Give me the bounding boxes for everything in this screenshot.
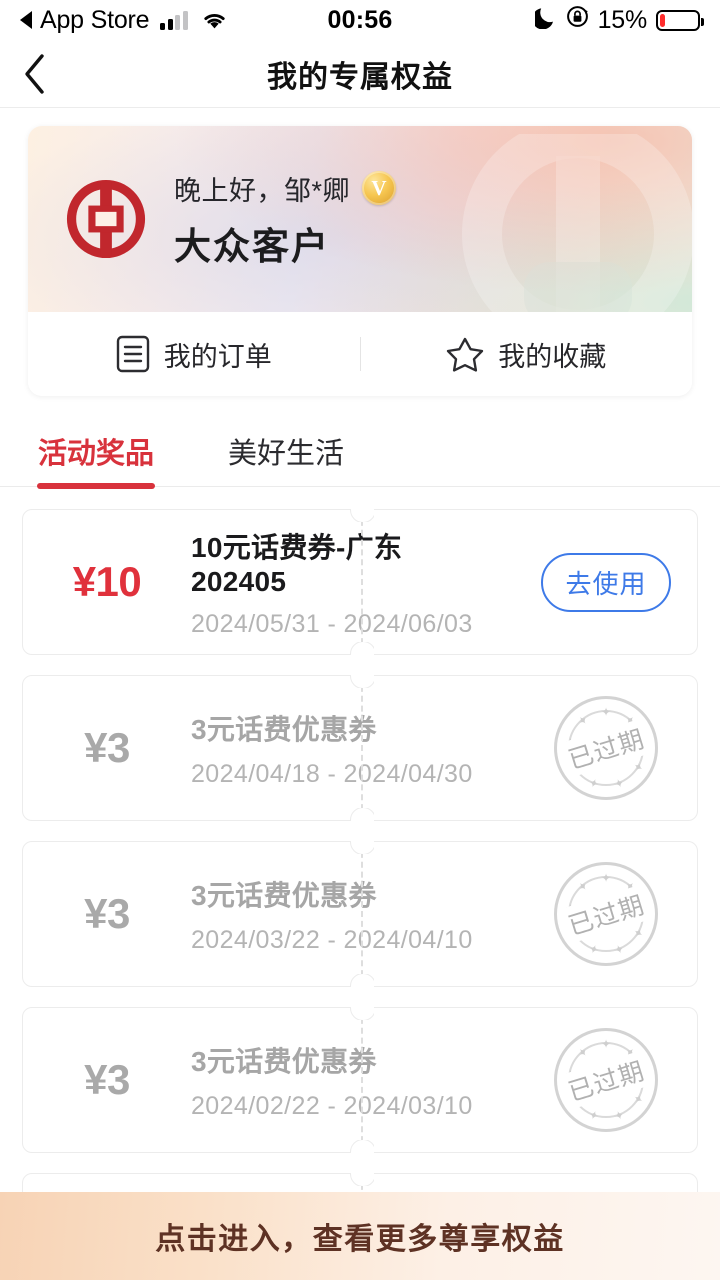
coupon-card[interactable]: ¥3 3元话费优惠券 2024/04/18 - 2024/04/30 ✦ ✦ ✦…	[22, 675, 698, 821]
coupon-action-zone: 去使用	[515, 552, 697, 612]
ticket-notch-bottom	[350, 1140, 374, 1153]
coupon-date-range: 2024/03/22 - 2024/04/10	[191, 925, 473, 954]
coupon-action-zone: ✦ ✦ ✦ ✦ ✦ ✦ ✦ ✦ ✦ 已过期	[515, 1028, 697, 1132]
ticket-notch-bottom	[350, 642, 374, 655]
coupon-amount: ¥3	[84, 890, 130, 937]
greeting-row: 晚上好，邹*卿 V	[174, 169, 397, 208]
bottom-cta-banner[interactable]: 点击进入，查看更多尊享权益	[0, 1192, 720, 1280]
tab-good-life[interactable]: 美好生活	[228, 430, 344, 486]
nav-bar: 我的专属权益	[0, 40, 720, 108]
coupon-info: 3元话费优惠券 2024/03/22 - 2024/04/10	[191, 874, 515, 955]
coupon-action-zone: ✦ ✦ ✦ ✦ ✦ ✦ ✦ ✦ ✦ 已过期	[515, 862, 697, 966]
ticket-perforation	[361, 842, 363, 986]
my-favorites-label: 我的收藏	[498, 341, 607, 372]
coupon-date-range: 2024/05/31 - 2024/06/03	[191, 609, 473, 638]
my-favorites-button[interactable]: 我的收藏	[361, 335, 693, 374]
profile-info: 晚上好，邹*卿 V 大众客户	[28, 126, 692, 312]
profile-card: 晚上好，邹*卿 V 大众客户 我的订单 我的收藏	[28, 126, 692, 396]
status-bar: App Store 00:56 15%	[0, 0, 720, 40]
ticket-perforation	[361, 1008, 363, 1152]
vip-badge: V	[362, 171, 397, 205]
expired-stamp: ✦ ✦ ✦ ✦ ✦ ✦ ✦ ✦ ✦ 已过期	[554, 696, 658, 800]
coupon-date-range: 2024/02/22 - 2024/03/10	[191, 1091, 473, 1120]
moon-icon	[531, 5, 557, 36]
bank-of-china-logo	[66, 179, 146, 259]
coupon-amount: ¥10	[72, 558, 142, 605]
app-screen: App Store 00:56 15% 我的专属权益 晚上好，邹*卿 V 大众客…	[0, 0, 720, 1280]
coupon-title: 3元话费优惠券	[191, 879, 377, 911]
greeting-label: 晚上好，邹*卿	[174, 175, 351, 206]
ticket-notch-bottom	[350, 974, 374, 987]
coupon-title: 3元话费优惠券	[191, 713, 377, 745]
tab-activity-prizes[interactable]: 活动奖品	[36, 430, 156, 489]
use-coupon-button[interactable]: 去使用	[541, 552, 671, 612]
coupon-action-zone: ✦ ✦ ✦ ✦ ✦ ✦ ✦ ✦ ✦ 已过期	[515, 696, 697, 800]
star-icon	[447, 337, 484, 372]
profile-banner: 晚上好，邹*卿 V 大众客户	[28, 126, 692, 312]
ticket-notch-top	[350, 1007, 374, 1020]
customer-tier-label: 大众客户	[174, 226, 330, 268]
coupon-card[interactable]: ¥3 3元话费优惠券 2024/02/22 - 2024/03/10 ✦ ✦ ✦…	[22, 1007, 698, 1153]
ticket-notch-top	[350, 1173, 374, 1186]
battery-percent-label: 15%	[597, 5, 648, 34]
page-title: 我的专属权益	[267, 60, 453, 94]
battery-icon	[656, 9, 704, 31]
my-orders-button[interactable]: 我的订单	[28, 335, 360, 374]
coupon-date-range: 2024/04/18 - 2024/04/30	[191, 759, 473, 788]
profile-actions: 我的订单 我的收藏	[28, 312, 692, 396]
rotation-lock-icon	[566, 5, 589, 35]
profile-text-block: 晚上好，邹*卿 V 大众客户	[174, 169, 397, 270]
coupon-info: 3元话费优惠券 2024/02/22 - 2024/03/10	[191, 1040, 515, 1121]
coupon-title: 10元话费券-广东202405	[191, 531, 403, 597]
order-list-icon	[116, 335, 149, 373]
expired-stamp: ✦ ✦ ✦ ✦ ✦ ✦ ✦ ✦ ✦ 已过期	[554, 862, 658, 966]
ticket-perforation	[361, 510, 363, 654]
ticket-notch-top	[350, 841, 374, 854]
coupon-amount: ¥3	[84, 1056, 130, 1103]
coupon-card[interactable]: ¥10 10元话费券-广东202405 2024/05/31 - 2024/06…	[22, 509, 698, 655]
coupon-card[interactable]: ¥3 3元话费优惠券 2024/03/22 - 2024/04/10 ✦ ✦ ✦…	[22, 841, 698, 987]
tab-bar: 活动奖品 美好生活	[0, 396, 720, 489]
coupon-info: 3元话费优惠券 2024/04/18 - 2024/04/30	[191, 708, 515, 789]
my-orders-label: 我的订单	[163, 341, 272, 372]
ticket-notch-top	[350, 509, 374, 522]
ticket-notch-bottom	[350, 808, 374, 821]
coupon-list: ¥10 10元话费券-广东202405 2024/05/31 - 2024/06…	[0, 487, 720, 1280]
ticket-notch-top	[350, 675, 374, 688]
coupon-amount: ¥3	[84, 724, 130, 771]
coupon-title: 3元话费优惠券	[191, 1045, 377, 1077]
expired-stamp: ✦ ✦ ✦ ✦ ✦ ✦ ✦ ✦ ✦ 已过期	[554, 1028, 658, 1132]
ticket-perforation	[361, 676, 363, 820]
coupon-info: 10元话费券-广东202405 2024/05/31 - 2024/06/03	[191, 526, 515, 639]
status-bar-right: 15%	[531, 5, 704, 36]
